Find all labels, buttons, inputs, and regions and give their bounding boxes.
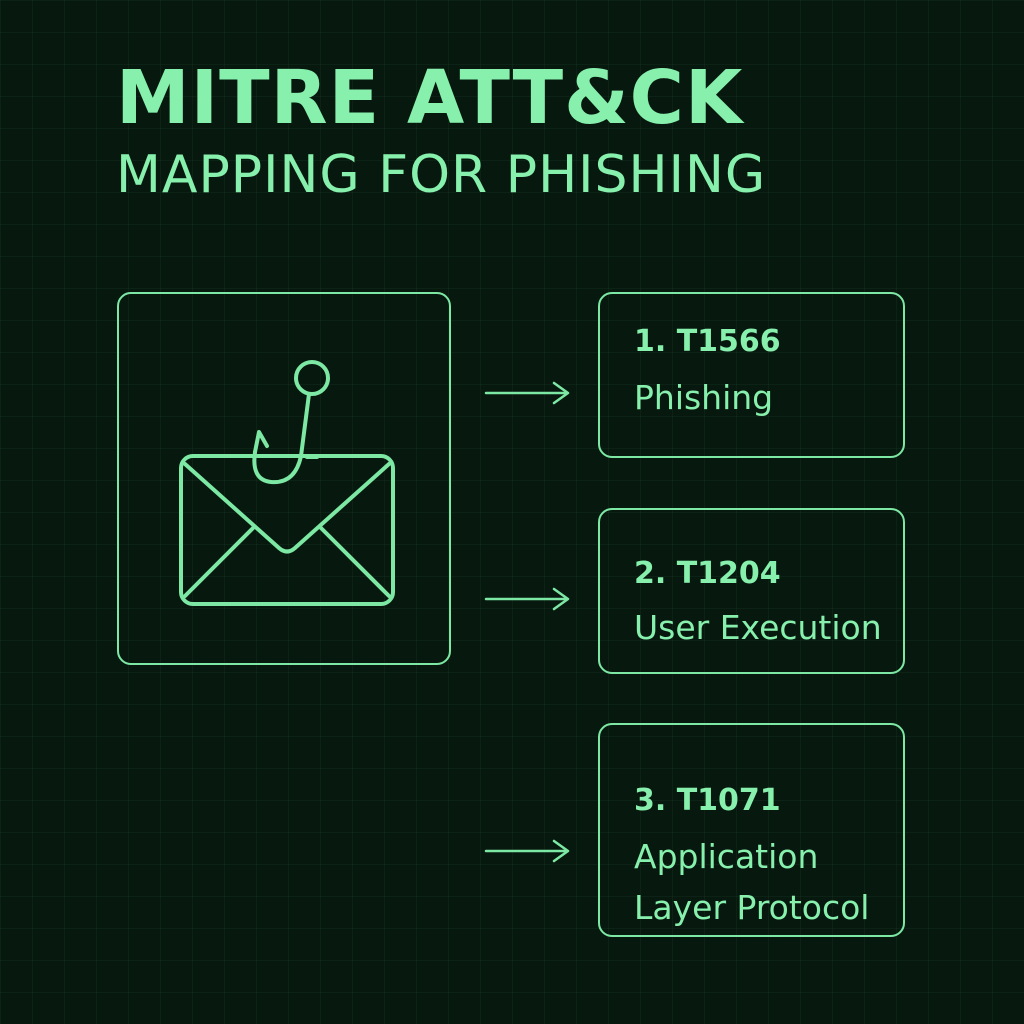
- arrow-3: [484, 839, 574, 863]
- technique-name: Phishing: [634, 378, 774, 417]
- phishing-icon-panel: [117, 292, 451, 665]
- page-subtitle: MAPPING FOR PHISHING: [116, 145, 767, 205]
- technique-card-t1566: 1. T1566 Phishing: [598, 292, 905, 458]
- technique-card-t1204: 2. T1204 User Execution: [598, 508, 905, 674]
- technique-id: 1. T1566: [634, 324, 781, 359]
- technique-card-t1071: 3. T1071 Application Layer Protocol: [598, 723, 905, 937]
- technique-name: User Execution: [634, 608, 882, 647]
- page-title: MITRE ATT&CK: [116, 55, 744, 141]
- technique-id: 3. T1071: [634, 783, 781, 818]
- phishing-email-hook-icon: [179, 360, 395, 606]
- fishhook-icon: [252, 360, 330, 485]
- technique-name: Application Layer Protocol: [634, 837, 870, 927]
- technique-id: 2. T1204: [634, 556, 781, 591]
- arrow-2: [484, 587, 574, 611]
- arrow-1: [484, 381, 574, 405]
